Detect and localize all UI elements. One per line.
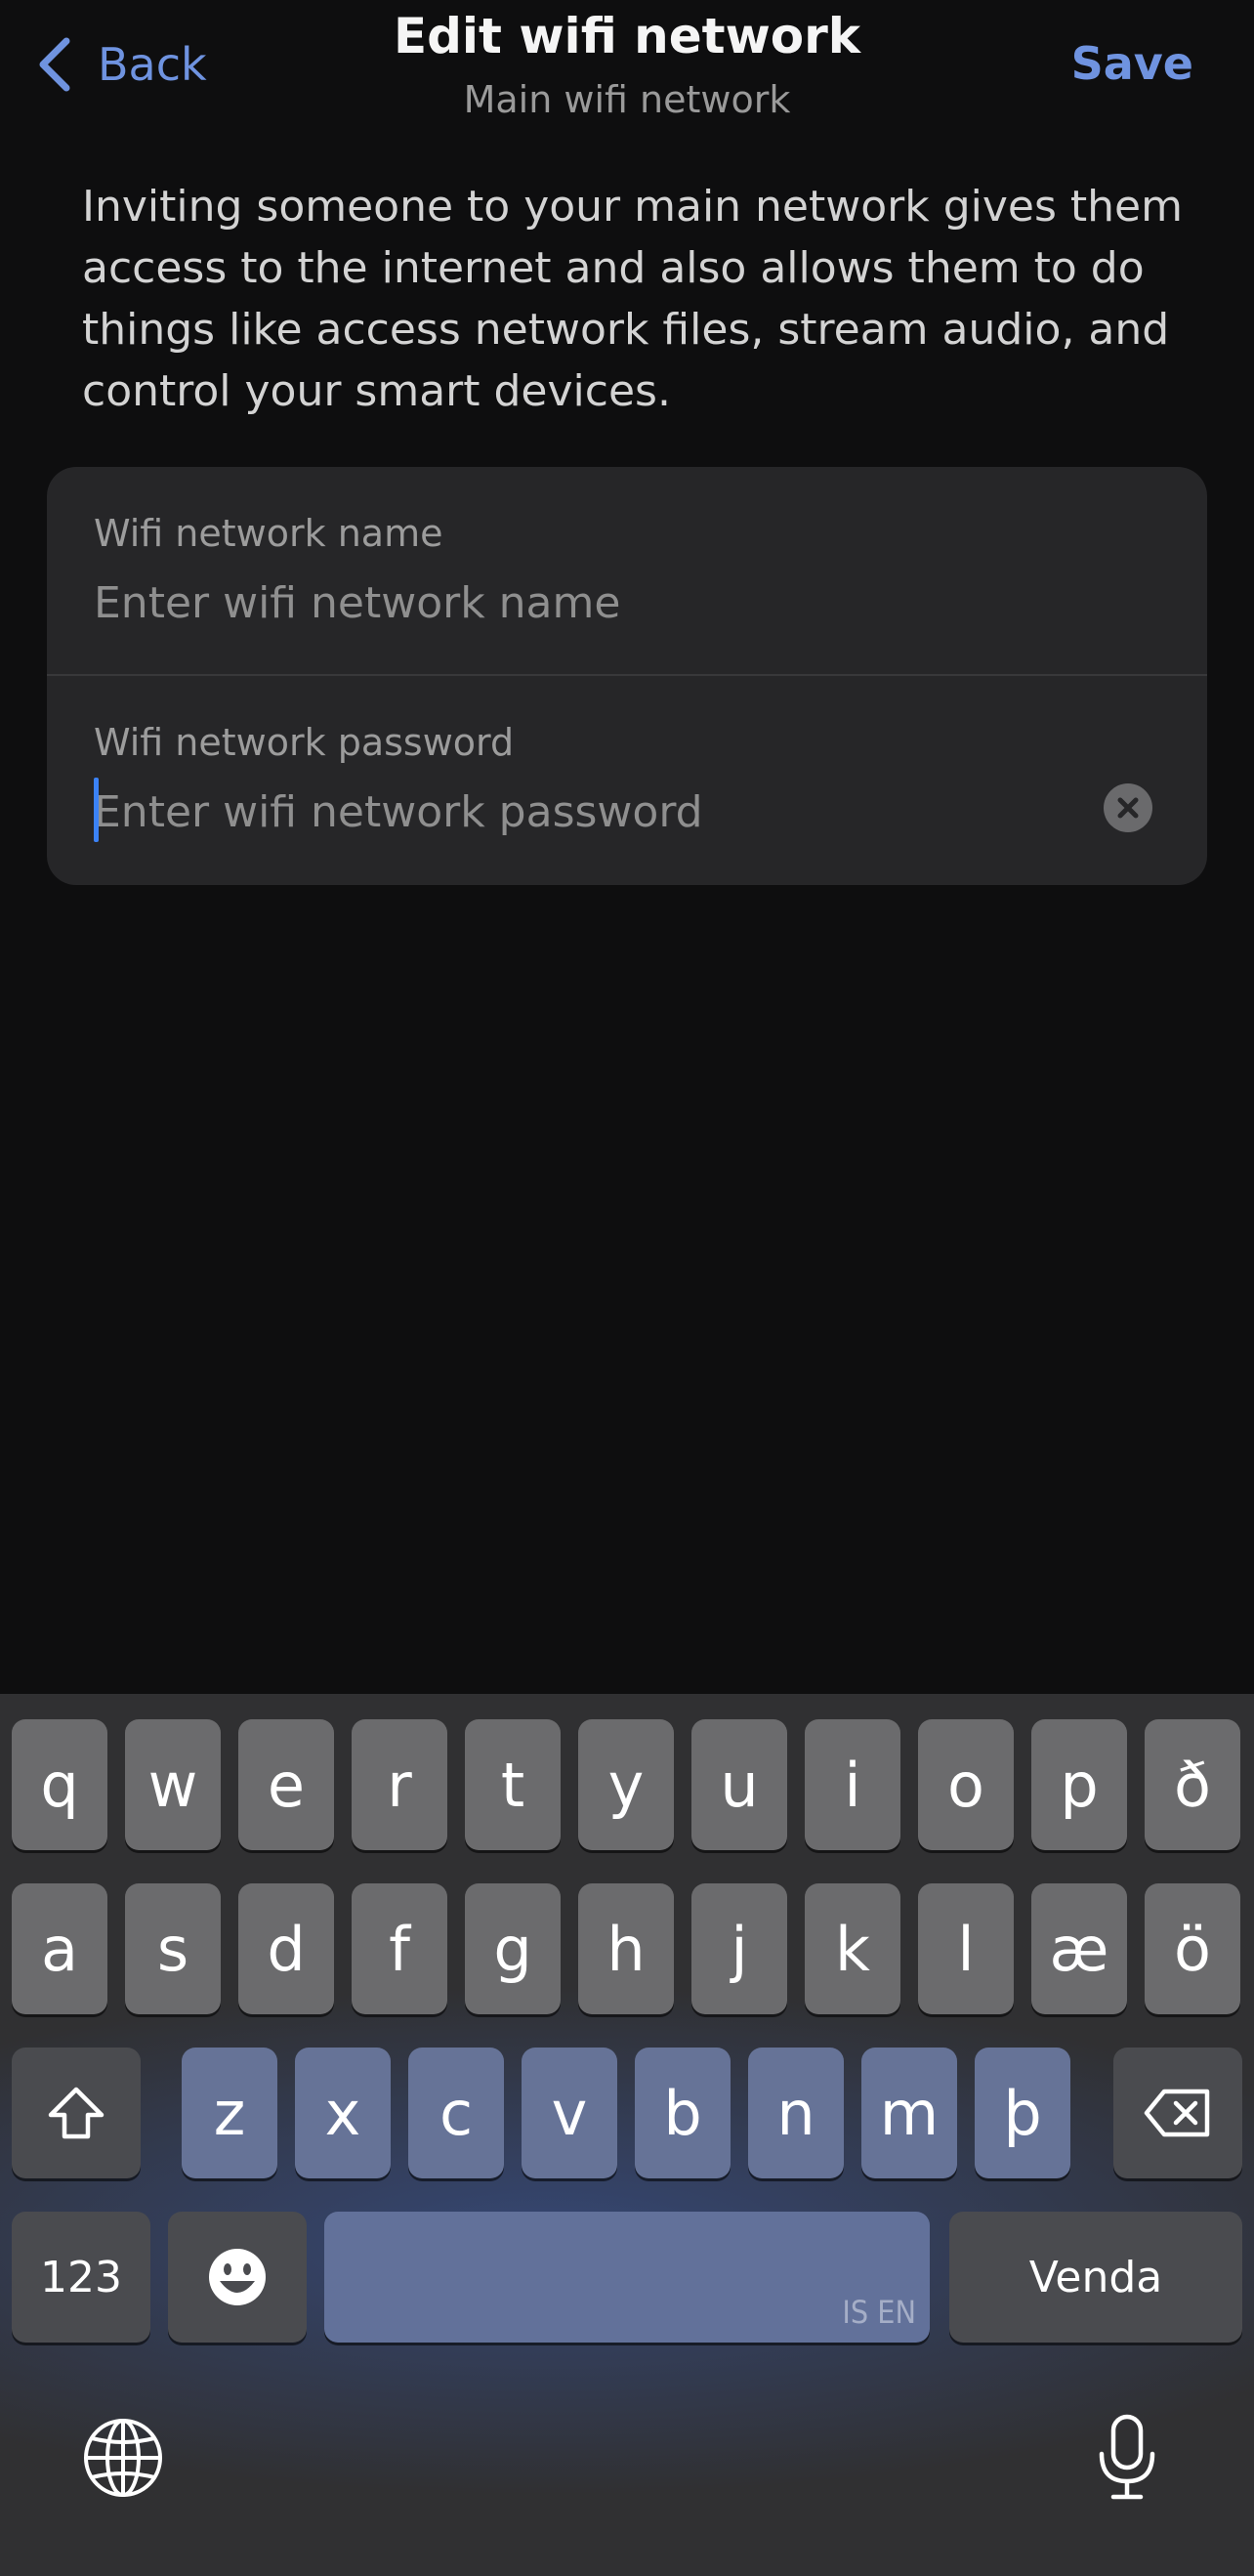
wifi-form-card: Wifi network name Wifi network password	[47, 467, 1207, 885]
key-n[interactable]: n	[748, 2048, 844, 2178]
key-j[interactable]: j	[691, 1883, 787, 2014]
key-i[interactable]: i	[805, 1719, 900, 1850]
network-password-field: Wifi network password	[47, 676, 1207, 885]
globe-icon	[84, 2419, 162, 2497]
shift-key[interactable]	[12, 2048, 141, 2178]
return-key[interactable]: Venda	[949, 2212, 1242, 2343]
emoji-key[interactable]	[168, 2212, 307, 2343]
clear-password-button[interactable]	[1104, 783, 1152, 832]
emoji-icon	[209, 2249, 266, 2305]
key-s[interactable]: s	[125, 1883, 221, 2014]
network-password-label: Wifi network password	[94, 721, 515, 764]
key-k[interactable]: k	[805, 1883, 900, 2014]
key-o[interactable]: o	[918, 1719, 1014, 1850]
key-z[interactable]: z	[182, 2048, 277, 2178]
key-u[interactable]: u	[691, 1719, 787, 1850]
language-indicator: IS EN	[842, 2294, 916, 2331]
text-cursor	[94, 778, 99, 842]
key-h[interactable]: h	[578, 1883, 674, 2014]
key-l[interactable]: l	[918, 1883, 1014, 2014]
key-m[interactable]: m	[861, 2048, 957, 2178]
network-name-field: Wifi network name	[47, 467, 1207, 676]
key-q[interactable]: q	[12, 1719, 107, 1850]
key-c[interactable]: c	[408, 2048, 504, 2178]
microphone-icon	[1099, 2414, 1155, 2500]
key-y[interactable]: y	[578, 1719, 674, 1850]
network-password-input[interactable]	[94, 778, 1090, 846]
key-o-umlaut[interactable]: ö	[1145, 1883, 1240, 2014]
key-v[interactable]: v	[522, 2048, 617, 2178]
edit-wifi-screen: Back Edit wifi network Main wifi network…	[0, 0, 1254, 2576]
key-a[interactable]: a	[12, 1883, 107, 2014]
page-subtitle: Main wifi network	[463, 78, 791, 121]
key-t[interactable]: t	[465, 1719, 561, 1850]
key-thorn[interactable]: þ	[975, 2048, 1070, 2178]
key-x[interactable]: x	[295, 2048, 391, 2178]
page-title: Edit wifi network	[393, 8, 861, 64]
key-d[interactable]: d	[238, 1883, 334, 2014]
onscreen-keyboard: q w e r t y u i o p ð a s d f g h j k l …	[0, 1694, 1254, 2576]
key-e[interactable]: e	[238, 1719, 334, 1850]
backspace-icon	[1144, 2089, 1210, 2137]
save-button[interactable]: Save	[1071, 37, 1193, 90]
key-b[interactable]: b	[635, 2048, 731, 2178]
network-description: Inviting someone to your main network gi…	[82, 182, 1183, 416]
key-ae[interactable]: æ	[1031, 1883, 1127, 2014]
space-key[interactable]: IS EN	[324, 2212, 930, 2343]
key-r[interactable]: r	[352, 1719, 447, 1850]
backspace-key[interactable]	[1113, 2048, 1242, 2178]
globe-button[interactable]	[82, 2417, 164, 2503]
key-eth[interactable]: ð	[1145, 1719, 1240, 1850]
network-name-label: Wifi network name	[94, 512, 443, 555]
key-g[interactable]: g	[465, 1883, 561, 2014]
numbers-key[interactable]: 123	[12, 2212, 150, 2343]
key-p[interactable]: p	[1031, 1719, 1127, 1850]
key-w[interactable]: w	[125, 1719, 221, 1850]
dictation-button[interactable]	[1096, 2413, 1158, 2507]
network-name-input[interactable]	[94, 569, 1090, 637]
shift-icon	[48, 2087, 104, 2139]
clear-icon	[1117, 797, 1139, 819]
key-f[interactable]: f	[352, 1883, 447, 2014]
navigation-header: Back Edit wifi network Main wifi network…	[0, 0, 1254, 137]
